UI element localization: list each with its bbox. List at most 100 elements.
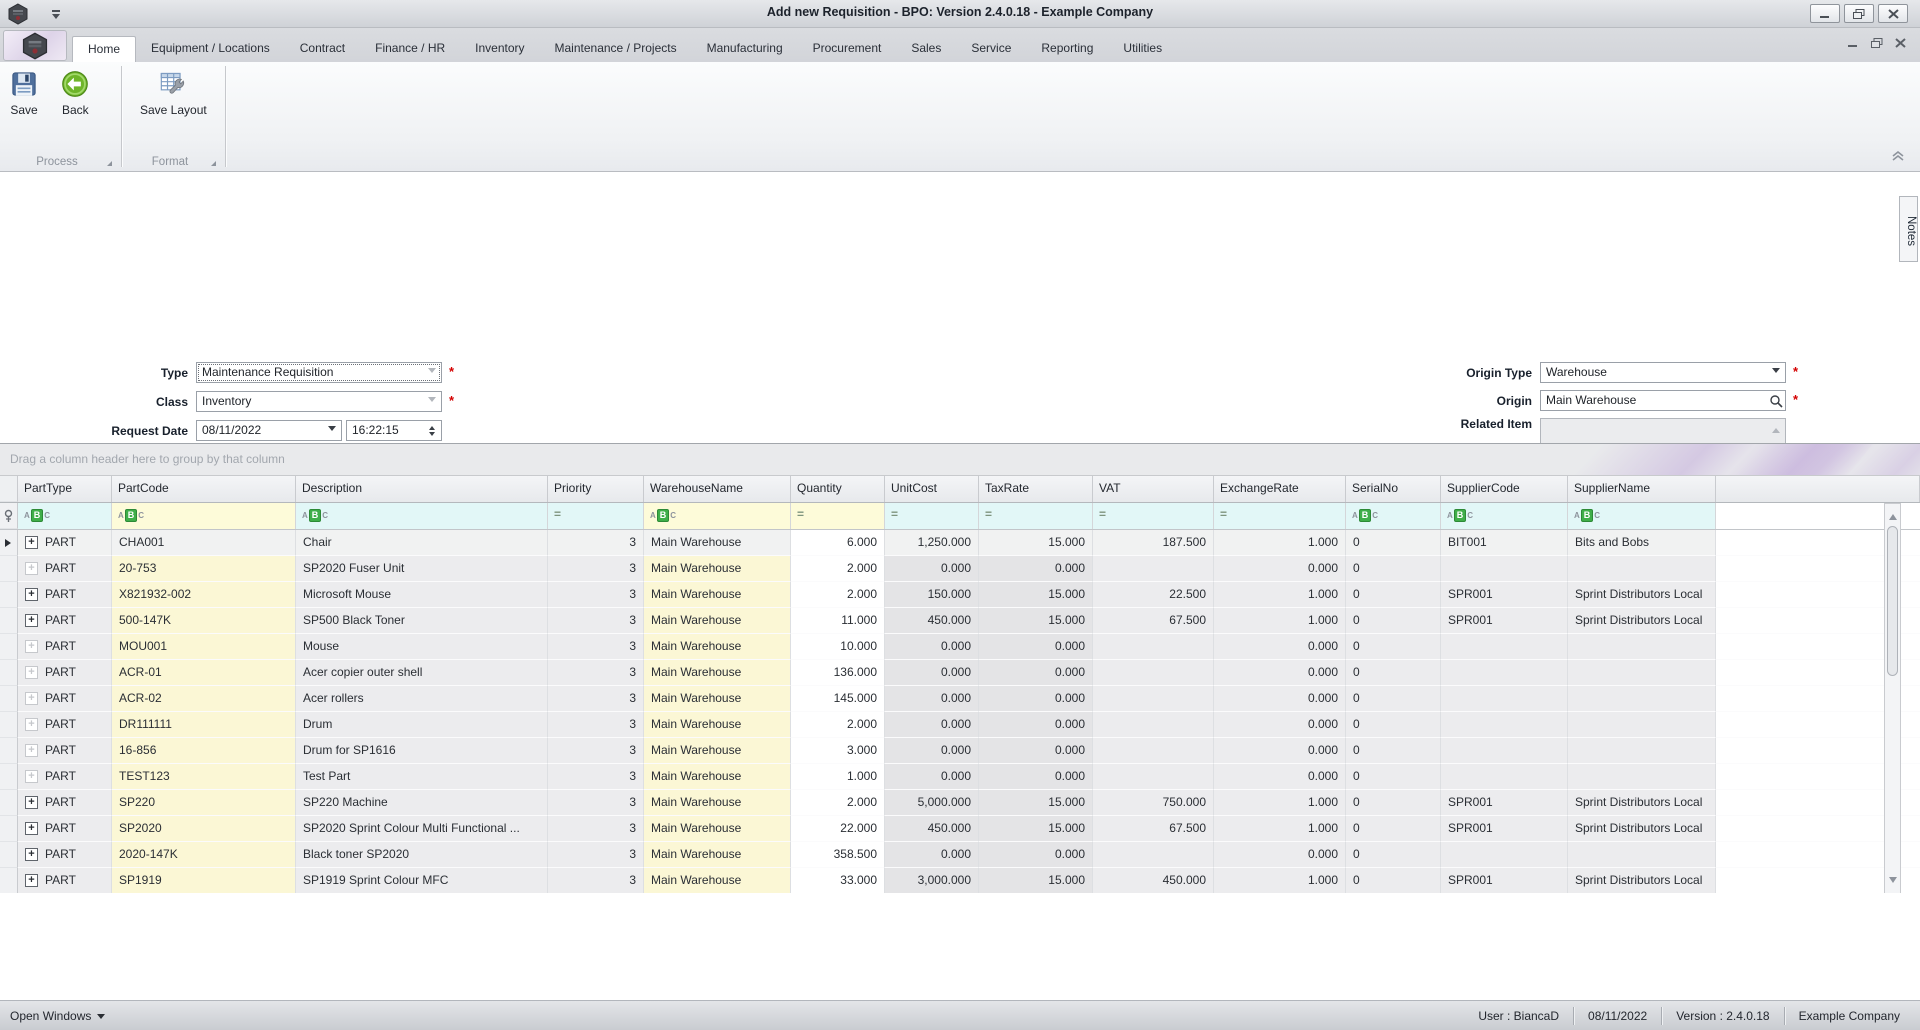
expand-row-icon[interactable]: + [25, 718, 38, 732]
cell-SerialNo[interactable]: 0 [1346, 764, 1441, 790]
tab-reporting[interactable]: Reporting [1026, 36, 1108, 62]
cell-Priority[interactable]: 3 [548, 660, 644, 686]
row-indicator-cell[interactable] [0, 582, 18, 608]
column-header-SerialNo[interactable]: SerialNo [1346, 476, 1441, 502]
column-header-SupplierCode[interactable]: SupplierCode [1441, 476, 1568, 502]
cell-Quantity[interactable]: 1.000 [791, 764, 885, 790]
filter-cell-WarehouseName[interactable]: ABC [644, 503, 791, 529]
cell-VAT[interactable]: 187.500 [1093, 530, 1214, 556]
cell-Description[interactable]: Black toner SP2020 [296, 842, 548, 868]
cell-SupplierName[interactable]: Sprint Distributors Local [1568, 608, 1716, 634]
expand-row-icon[interactable]: + [25, 692, 38, 706]
row-indicator-cell[interactable] [0, 764, 18, 790]
cell-SerialNo[interactable]: 0 [1346, 816, 1441, 842]
cell-Description[interactable]: SP2020 Fuser Unit [296, 556, 548, 582]
cell-SupplierCode[interactable] [1441, 712, 1568, 738]
cell-Priority[interactable]: 3 [548, 738, 644, 764]
cell-SerialNo[interactable]: 0 [1346, 530, 1441, 556]
scroll-down-icon[interactable] [1889, 877, 1897, 887]
filter-cell-Priority[interactable]: = [548, 503, 644, 529]
expand-row-icon[interactable]: + [25, 848, 38, 862]
origin-lookup-field[interactable]: Main Warehouse [1540, 390, 1786, 411]
expand-row-icon[interactable]: + [25, 536, 38, 550]
cell-TaxRate[interactable]: 0.000 [979, 764, 1093, 790]
column-header-TaxRate[interactable]: TaxRate [979, 476, 1093, 502]
cell-PartCode[interactable]: MOU001 [112, 634, 296, 660]
close-button[interactable] [1878, 4, 1908, 23]
cell-UnitCost[interactable]: 0.000 [885, 634, 979, 660]
cell-WarehouseName[interactable]: Main Warehouse [644, 634, 791, 660]
cell-ExchangeRate[interactable]: 0.000 [1214, 660, 1346, 686]
cell-PartType[interactable]: + PART [18, 608, 112, 634]
cell-SupplierName[interactable] [1568, 686, 1716, 712]
cell-TaxRate[interactable]: 0.000 [979, 556, 1093, 582]
cell-VAT[interactable]: 67.500 [1093, 608, 1214, 634]
save-layout-button[interactable]: Save Layout [130, 62, 217, 117]
cell-SerialNo[interactable]: 0 [1346, 660, 1441, 686]
cell-PartType[interactable]: + PART [18, 816, 112, 842]
cell-PartType[interactable]: + PART [18, 842, 112, 868]
mdi-close-button[interactable] [1895, 37, 1906, 51]
cell-SupplierName[interactable]: Sprint Distributors Local [1568, 868, 1716, 894]
cell-TaxRate[interactable]: 0.000 [979, 738, 1093, 764]
cell-TaxRate[interactable]: 0.000 [979, 712, 1093, 738]
cell-TaxRate[interactable]: 15.000 [979, 582, 1093, 608]
cell-SupplierName[interactable] [1568, 556, 1716, 582]
cell-UnitCost[interactable]: 0.000 [885, 738, 979, 764]
cell-Priority[interactable]: 3 [548, 530, 644, 556]
cell-SupplierCode[interactable] [1441, 660, 1568, 686]
cell-WarehouseName[interactable]: Main Warehouse [644, 868, 791, 894]
cell-TaxRate[interactable]: 15.000 [979, 530, 1093, 556]
row-indicator-cell[interactable] [0, 790, 18, 816]
cell-SupplierCode[interactable]: SPR001 [1441, 790, 1568, 816]
row-indicator-cell[interactable] [0, 660, 18, 686]
cell-Quantity[interactable]: 6.000 [791, 530, 885, 556]
cell-WarehouseName[interactable]: Main Warehouse [644, 582, 791, 608]
cell-PartCode[interactable]: ACR-02 [112, 686, 296, 712]
cell-SupplierCode[interactable] [1441, 764, 1568, 790]
tab-maintenance-projects[interactable]: Maintenance / Projects [540, 36, 692, 62]
cell-PartCode[interactable]: SP2020 [112, 816, 296, 842]
cell-VAT[interactable] [1093, 842, 1214, 868]
expand-row-icon[interactable]: + [25, 614, 38, 628]
cell-SupplierCode[interactable]: SPR001 [1441, 868, 1568, 894]
cell-PartType[interactable]: + PART [18, 712, 112, 738]
cell-WarehouseName[interactable]: Main Warehouse [644, 686, 791, 712]
column-header-ExchangeRate[interactable]: ExchangeRate [1214, 476, 1346, 502]
cell-PartCode[interactable]: DR111111 [112, 712, 296, 738]
cell-SupplierName[interactable] [1568, 764, 1716, 790]
cell-PartType[interactable]: + PART [18, 660, 112, 686]
cell-SerialNo[interactable]: 0 [1346, 868, 1441, 894]
row-indicator-cell[interactable] [0, 712, 18, 738]
filter-cell-SupplierName[interactable]: ABC [1568, 503, 1716, 529]
cell-Quantity[interactable]: 10.000 [791, 634, 885, 660]
cell-UnitCost[interactable]: 0.000 [885, 660, 979, 686]
cell-SerialNo[interactable]: 0 [1346, 790, 1441, 816]
type-combobox[interactable]: Maintenance Requisition [196, 362, 442, 383]
tab-manufacturing[interactable]: Manufacturing [692, 36, 798, 62]
cell-TaxRate[interactable]: 0.000 [979, 660, 1093, 686]
chevron-down-icon[interactable] [424, 393, 440, 410]
cell-TaxRate[interactable]: 15.000 [979, 868, 1093, 894]
mdi-minimize-button[interactable] [1847, 37, 1859, 51]
cell-UnitCost[interactable]: 450.000 [885, 608, 979, 634]
cell-Description[interactable]: Microsoft Mouse [296, 582, 548, 608]
expand-row-icon[interactable]: + [25, 666, 38, 680]
filter-cell-PartCode[interactable]: ABC [112, 503, 296, 529]
cell-ExchangeRate[interactable]: 1.000 [1214, 530, 1346, 556]
notes-side-tab[interactable]: Notes [1899, 196, 1918, 262]
filter-cell-PartType[interactable]: ABC [18, 503, 112, 529]
tab-procurement[interactable]: Procurement [798, 36, 897, 62]
cell-SerialNo[interactable]: 0 [1346, 712, 1441, 738]
cell-VAT[interactable]: 450.000 [1093, 868, 1214, 894]
cell-ExchangeRate[interactable]: 0.000 [1214, 738, 1346, 764]
cell-ExchangeRate[interactable]: 1.000 [1214, 868, 1346, 894]
tab-utilities[interactable]: Utilities [1108, 36, 1177, 62]
cell-VAT[interactable] [1093, 634, 1214, 660]
cell-SupplierName[interactable]: Sprint Distributors Local [1568, 816, 1716, 842]
cell-WarehouseName[interactable]: Main Warehouse [644, 608, 791, 634]
cell-UnitCost[interactable]: 5,000.000 [885, 790, 979, 816]
row-indicator-cell[interactable] [0, 634, 18, 660]
column-header-Quantity[interactable]: Quantity [791, 476, 885, 502]
cell-TaxRate[interactable]: 0.000 [979, 842, 1093, 868]
